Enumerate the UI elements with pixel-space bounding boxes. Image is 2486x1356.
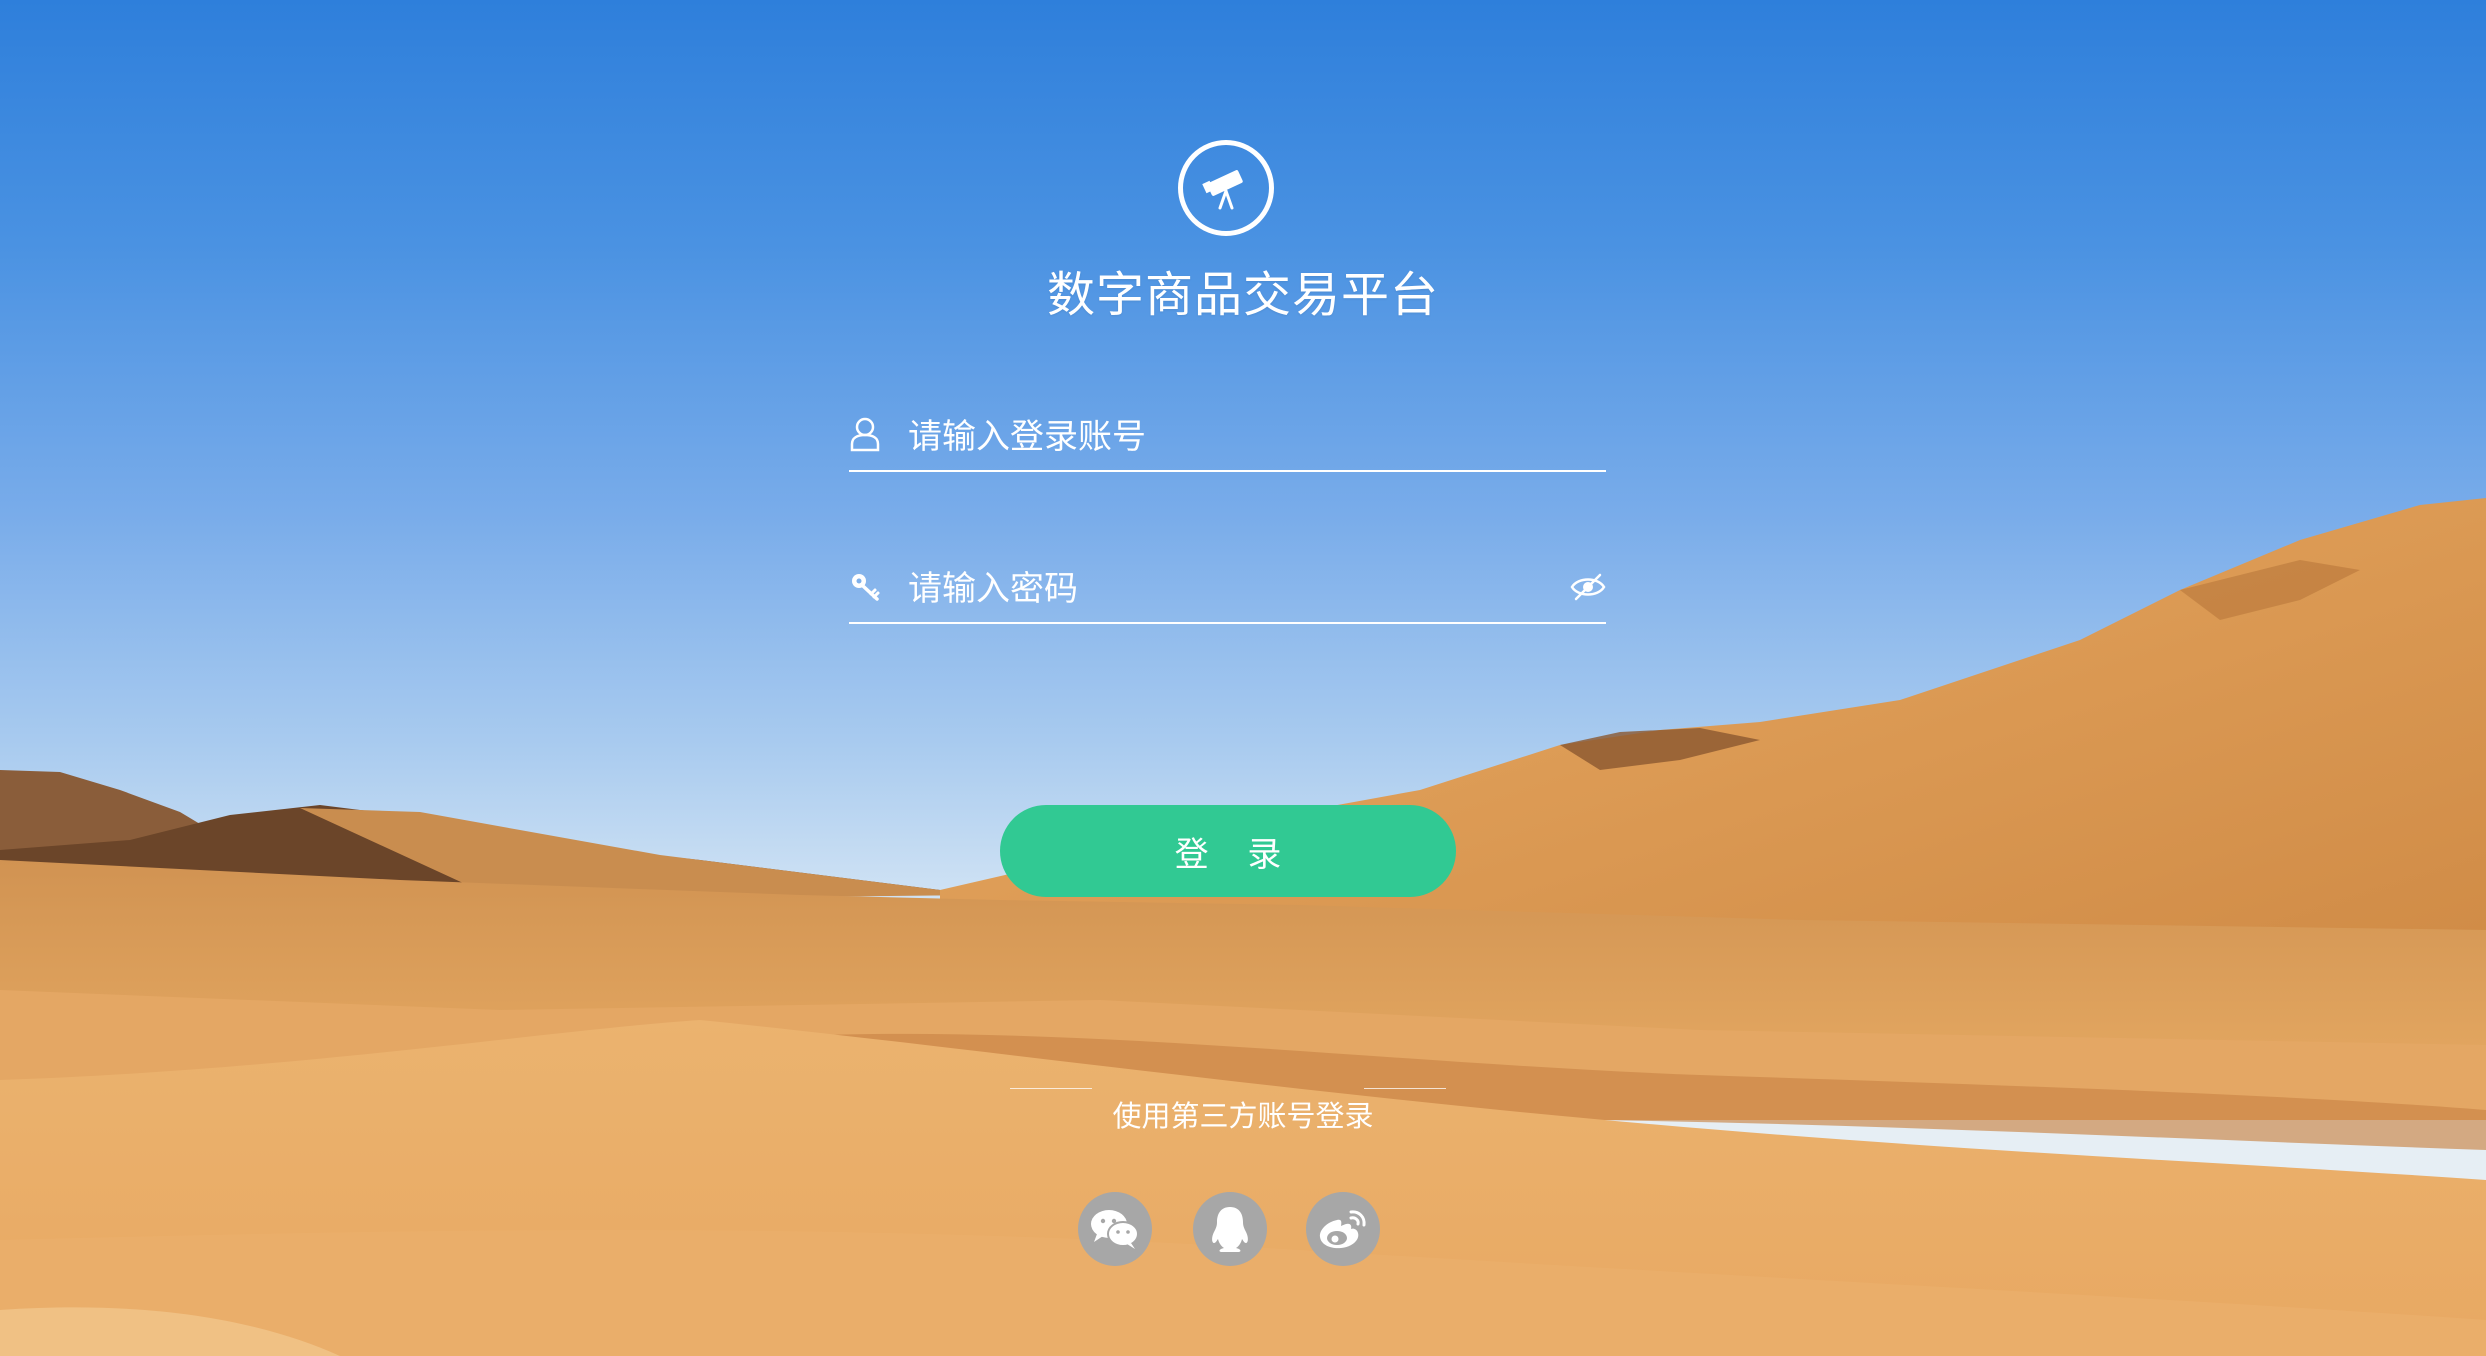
eye-slash-icon[interactable] (1570, 572, 1606, 602)
telescope-logo (1178, 140, 1274, 236)
login-page: 数字商品交易平台 登 录 使用第三方账号登录 (0, 0, 2486, 1356)
login-button[interactable]: 登 录 (1000, 805, 1456, 897)
username-field (849, 410, 1606, 472)
password-field (849, 562, 1606, 624)
wechat-icon (1091, 1210, 1139, 1249)
qq-login-button[interactable] (1193, 1192, 1267, 1266)
divider-left (1010, 1088, 1092, 1089)
weibo-login-button[interactable] (1306, 1192, 1380, 1266)
third-party-login-label: 使用第三方账号登录 (1112, 1099, 1374, 1133)
telescope-icon (1202, 170, 1243, 210)
divider-right (1364, 1088, 1446, 1089)
app-title: 数字商品交易平台 (1046, 267, 1439, 323)
user-icon (850, 417, 880, 452)
wechat-login-button[interactable] (1078, 1192, 1152, 1266)
weibo-icon (1319, 1210, 1366, 1249)
key-icon (852, 574, 880, 601)
password-input[interactable] (908, 562, 1528, 616)
username-input[interactable] (908, 410, 1528, 464)
qq-icon (1212, 1207, 1248, 1252)
